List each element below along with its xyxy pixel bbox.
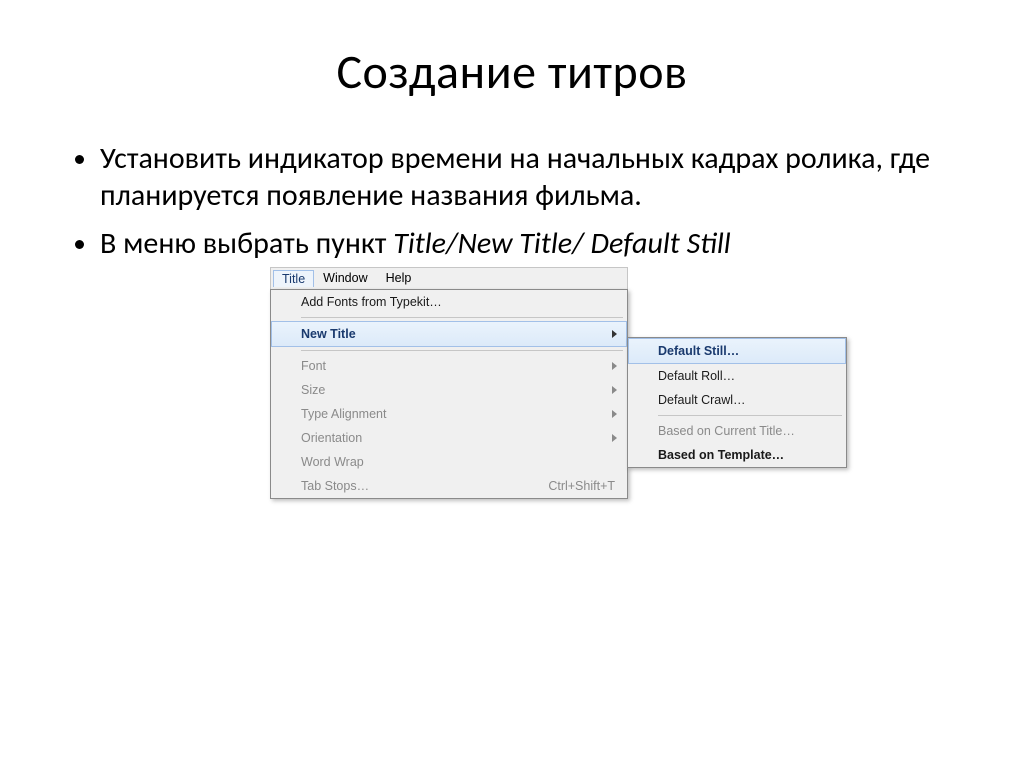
submenu-based-template[interactable]: Based on Template… [628,443,846,467]
menuitem-new-title[interactable]: New Title [271,321,627,347]
menuitem-label: Based on Template… [658,448,842,462]
menuitem-orientation[interactable]: Orientation [271,426,627,450]
menuitem-word-wrap[interactable]: Word Wrap [271,450,627,474]
menuitem-label: Size [301,383,612,397]
menuitem-label: Default Still… [658,344,842,358]
menubar-window[interactable]: Window [314,269,376,287]
menuitem-label: Tab Stops… [301,479,548,493]
bullet-list: Установить индикатор времени на начальны… [70,141,954,263]
menuitem-label: Default Crawl… [658,393,842,407]
menu-separator [301,317,623,318]
menuitem-label: New Title [301,327,612,341]
bullet-item-2: В меню выбрать пункт Title/New Title/ De… [100,226,954,263]
submenu-arrow-icon [612,386,617,394]
menuitem-size[interactable]: Size [271,378,627,402]
menu-separator [301,350,623,351]
menubar: Title Window Help [270,267,628,289]
menuitem-label: Based on Current Title… [658,424,842,438]
menu-separator [658,415,842,416]
submenu-arrow-icon [612,434,617,442]
submenu-default-roll[interactable]: Default Roll… [628,364,846,388]
submenu-arrow-icon [612,362,617,370]
slide-title: Создание титров [0,0,1024,119]
menubar-title[interactable]: Title [273,270,314,287]
menuitem-shortcut: Ctrl+Shift+T [548,479,623,493]
menuitem-font[interactable]: Font [271,354,627,378]
menu-screenshot: Title Window Help Add Fonts from Typekit… [270,267,954,499]
menuitem-label: Word Wrap [301,455,623,469]
slide-content: Установить индикатор времени на начальны… [0,119,1024,507]
bullet-2-italic: Title/New Title/ Default Still [393,225,730,262]
menuitem-label: Orientation [301,431,612,445]
slide: Создание титров Установить индикатор вре… [0,0,1024,767]
submenu-arrow-icon [612,330,617,338]
submenu-default-still[interactable]: Default Still… [628,338,846,364]
bullet-item-1: Установить индикатор времени на начальны… [100,141,954,214]
menuitem-type-alignment[interactable]: Type Alignment [271,402,627,426]
menuitem-label: Type Alignment [301,407,612,421]
menuitem-tab-stops[interactable]: Tab Stops… Ctrl+Shift+T [271,474,627,498]
submenu-based-current[interactable]: Based on Current Title… [628,419,846,443]
title-dropdown: Add Fonts from Typekit… New Title Font S… [270,289,628,499]
menubar-help[interactable]: Help [377,269,421,287]
submenu-default-crawl[interactable]: Default Crawl… [628,388,846,412]
submenu-arrow-icon [612,410,617,418]
new-title-submenu: Default Still… Default Roll… Default Cra… [627,337,847,468]
menuitem-label: Add Fonts from Typekit… [301,295,623,309]
menuitem-add-fonts[interactable]: Add Fonts from Typekit… [271,290,627,314]
menuitem-label: Font [301,359,612,373]
bullet-2-prefix: В меню выбрать пункт [100,225,393,262]
menuitem-label: Default Roll… [658,369,842,383]
